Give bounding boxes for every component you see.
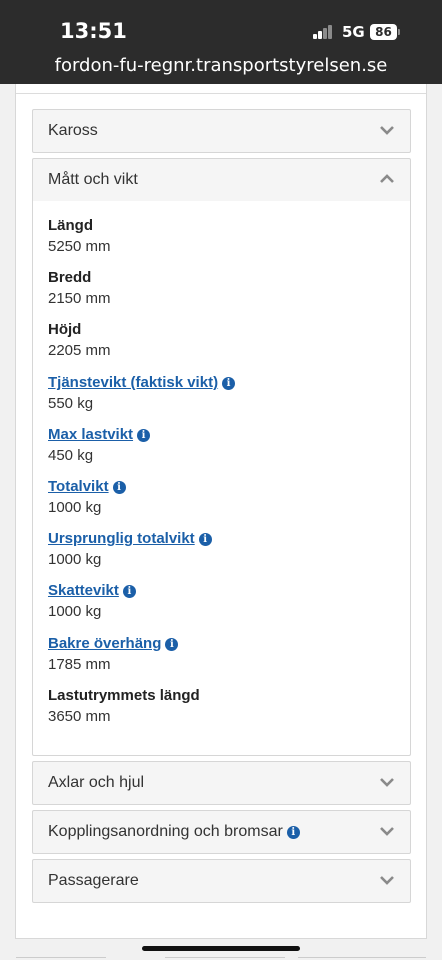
status-bar: 13:51 5G 86 fordon-fu-regnr.transportsty… xyxy=(0,0,442,84)
spec-label: Bredd xyxy=(48,269,111,290)
accordion-kaross[interactable]: Kaross xyxy=(32,109,411,153)
info-icon[interactable]: i xyxy=(112,481,126,494)
spec-field: Bakre överhäng i 1785 mm xyxy=(48,635,179,677)
status-time: 13:51 xyxy=(60,19,127,43)
spec-label-link[interactable]: Max lastvikt xyxy=(48,426,133,443)
spec-label-text: Längd xyxy=(48,217,93,234)
accordion-title: Kopplingsanordning och bromsar i xyxy=(48,823,300,841)
spec-field: Längd 5250 mm xyxy=(48,217,111,259)
spec-value: 1000 kg xyxy=(48,551,102,568)
spec-label-link[interactable]: Bakre överhäng xyxy=(48,635,161,652)
address-bar-url[interactable]: fordon-fu-regnr.transportstyrelsen.se xyxy=(0,55,442,76)
spec-value: 1785 mm xyxy=(48,656,111,673)
spec-value: 550 kg xyxy=(48,395,94,412)
spec-value: 2205 mm xyxy=(48,342,111,359)
spec-label: Längd xyxy=(48,217,111,238)
spec-label-link[interactable]: Totalvikt xyxy=(48,478,109,495)
network-type: 5G xyxy=(342,23,365,41)
spec-value: 3650 mm xyxy=(48,708,111,725)
accordion-title: Axlar och hjul xyxy=(48,774,145,791)
info-icon[interactable]: i xyxy=(286,826,300,839)
spec-value: 5250 mm xyxy=(48,238,111,255)
accordion-body-matt-och-vikt: Längd 5250 mm Bredd 2150 mm Höjd 2205 mm Tjäns… xyxy=(32,201,411,756)
spec-field: Höjd 2205 mm xyxy=(48,321,111,363)
info-icon[interactable]: i xyxy=(122,585,136,598)
spec-value: 1000 kg xyxy=(48,499,102,516)
spec-label-link[interactable]: Skattevikt xyxy=(48,582,119,599)
info-icon[interactable]: i xyxy=(222,377,236,390)
info-icon[interactable]: i xyxy=(165,638,179,651)
accordion-title: Mått och vikt xyxy=(48,171,138,188)
spec-label: Tjänstevikt (faktisk vikt) i xyxy=(48,374,236,395)
spec-value: 2150 mm xyxy=(48,290,111,307)
chevron-down-icon xyxy=(380,126,394,135)
spec-label-link[interactable]: Tjänstevikt (faktisk vikt) xyxy=(48,374,218,391)
spec-label: Skattevikt i xyxy=(48,582,136,603)
accordion-title-text: Kopplingsanordning och bromsar xyxy=(48,823,283,840)
spec-label: Höjd xyxy=(48,321,111,342)
spec-field: Tjänstevikt (faktisk vikt) i 550 kg xyxy=(48,374,236,416)
spec-field: Ursprunglig totalvikt i 1000 kg xyxy=(48,530,212,572)
home-indicator[interactable] xyxy=(142,946,300,951)
spec-label-text: Höjd xyxy=(48,321,82,338)
spec-value: 1000 kg xyxy=(48,603,102,620)
accordion-matt-och-vikt[interactable]: Mått och vikt xyxy=(32,158,411,202)
spec-field: Skattevikt i 1000 kg xyxy=(48,582,136,624)
battery-tip xyxy=(398,29,400,35)
spec-label: Bakre överhäng i xyxy=(48,635,179,656)
battery-icon: 86 xyxy=(370,24,397,40)
divider xyxy=(16,93,426,94)
spec-label: Totalvikt i xyxy=(48,478,126,499)
spec-field: Bredd 2150 mm xyxy=(48,269,111,311)
spec-label-text: Lastutrymmets längd xyxy=(48,687,200,704)
accordion-title: Kaross xyxy=(48,122,98,139)
info-icon[interactable]: i xyxy=(137,429,151,442)
spec-field: Max lastvikt i 450 kg xyxy=(48,426,151,468)
spec-label-text: Bredd xyxy=(48,269,92,286)
spec-field: Totalvikt i 1000 kg xyxy=(48,478,126,520)
spec-field: Lastutrymmets längd 3650 mm xyxy=(48,687,200,729)
spec-label: Lastutrymmets längd xyxy=(48,687,200,708)
chevron-up-icon xyxy=(380,174,394,183)
accordion-axlar-och-hjul[interactable]: Axlar och hjul xyxy=(32,761,411,805)
spec-label: Max lastvikt i xyxy=(48,426,151,447)
chevron-down-icon xyxy=(380,827,394,836)
accordion-kopplingsanordning[interactable]: Kopplingsanordning och bromsar i xyxy=(32,810,411,854)
chevron-down-icon xyxy=(380,876,394,885)
accordion-passagerare[interactable]: Passagerare xyxy=(32,859,411,903)
vehicle-details-card: Kaross Mått och vikt Längd 5250 mm Bredd 21… xyxy=(15,84,427,939)
info-icon[interactable]: i xyxy=(198,533,212,546)
chevron-down-icon xyxy=(380,778,394,787)
spec-value: 450 kg xyxy=(48,447,94,464)
spec-label: Ursprunglig totalvikt i xyxy=(48,530,212,551)
signal-icon xyxy=(313,25,333,39)
spec-label-link[interactable]: Ursprunglig totalvikt xyxy=(48,530,195,547)
accordion-title: Passagerare xyxy=(48,872,139,889)
